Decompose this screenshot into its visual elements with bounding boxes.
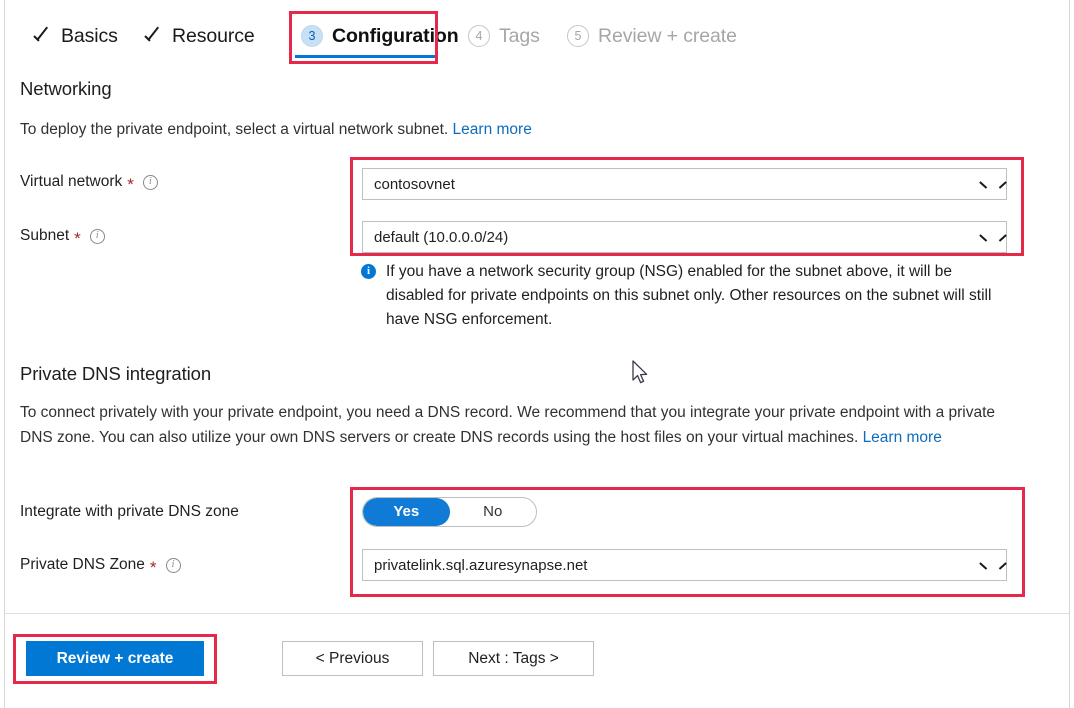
review-create-button[interactable]: Review + create: [26, 641, 204, 676]
private-dns-description-text: To connect privately with your private e…: [20, 404, 996, 446]
nsg-info-note: i If you have a network security group (…: [361, 260, 1013, 332]
nsg-info-note-text: If you have a network security group (NS…: [386, 263, 992, 328]
private-dns-description: To connect privately with your private e…: [20, 400, 1020, 450]
virtual-network-label: Virtual network * i: [20, 173, 158, 194]
tab-configuration-label: Configuration: [332, 24, 459, 47]
tab-configuration[interactable]: 3 Configuration: [301, 14, 459, 58]
private-dns-zone-dropdown[interactable]: privatelink.sql.azuresynapse.net: [362, 549, 1007, 581]
chevron-down-icon: [980, 556, 998, 574]
footer-divider: [5, 613, 1069, 614]
private-dns-learn-more-link[interactable]: Learn more: [863, 429, 942, 446]
integrate-dns-zone-label-text: Integrate with private DNS zone: [20, 503, 239, 520]
checkmark-icon: [143, 26, 163, 46]
wizard-tab-strip: Basics Resource 3 Configuration 4 Tags 5…: [5, 14, 1069, 62]
required-asterisk: *: [127, 174, 134, 194]
tab-review-create-label: Review + create: [598, 24, 737, 47]
subnet-label: Subnet * i: [20, 227, 105, 248]
tab-basics[interactable]: Basics: [32, 14, 118, 58]
required-asterisk: *: [74, 228, 81, 248]
info-icon[interactable]: i: [165, 557, 181, 573]
virtual-network-dropdown[interactable]: contosovnet: [362, 168, 1007, 200]
subnet-label-text: Subnet: [20, 227, 70, 244]
chevron-down-icon: [980, 175, 998, 193]
info-circle-icon: i: [361, 264, 376, 279]
tab-tags-label: Tags: [499, 24, 540, 47]
subnet-value: default (10.0.0.0/24): [374, 228, 509, 246]
tab-number-badge: 5: [567, 25, 589, 47]
required-asterisk: *: [149, 557, 157, 577]
info-icon[interactable]: i: [89, 228, 105, 244]
networking-heading: Networking: [20, 78, 112, 99]
integrate-dns-zone-label: Integrate with private DNS zone: [20, 503, 239, 521]
subnet-dropdown[interactable]: default (10.0.0.0/24): [362, 221, 1007, 253]
previous-button[interactable]: < Previous: [282, 641, 423, 676]
tab-number-badge: 4: [468, 25, 490, 47]
info-icon[interactable]: i: [142, 174, 158, 190]
private-dns-zone-label: Private DNS Zone * i: [20, 556, 181, 577]
virtual-network-value: contosovnet: [374, 175, 455, 193]
wizard-panel: Basics Resource 3 Configuration 4 Tags 5…: [4, 0, 1070, 708]
networking-learn-more-link[interactable]: Learn more: [453, 121, 532, 138]
toggle-option-no[interactable]: No: [450, 498, 537, 526]
toggle-option-yes[interactable]: Yes: [363, 498, 450, 526]
tab-tags[interactable]: 4 Tags: [468, 14, 540, 58]
chevron-down-icon: [980, 228, 998, 246]
checkmark-icon: [32, 26, 52, 46]
private-dns-zone-value: privatelink.sql.azuresynapse.net: [374, 556, 588, 574]
tab-resource-label: Resource: [172, 24, 255, 47]
mouse-cursor: [632, 360, 648, 384]
tab-review-create[interactable]: 5 Review + create: [567, 14, 737, 58]
next-tags-button[interactable]: Next : Tags >: [433, 641, 594, 676]
networking-description-text: To deploy the private endpoint, select a…: [20, 121, 449, 138]
private-dns-heading: Private DNS integration: [20, 363, 212, 384]
tab-basics-label: Basics: [61, 24, 118, 47]
networking-description: To deploy the private endpoint, select a…: [20, 117, 720, 142]
virtual-network-label-text: Virtual network: [20, 173, 123, 190]
tab-number-badge: 3: [301, 25, 323, 47]
integrate-dns-zone-toggle[interactable]: Yes No: [362, 497, 537, 527]
tab-resource[interactable]: Resource: [143, 14, 255, 58]
active-tab-underline: [295, 55, 435, 58]
private-dns-zone-label-text: Private DNS Zone: [20, 556, 145, 573]
